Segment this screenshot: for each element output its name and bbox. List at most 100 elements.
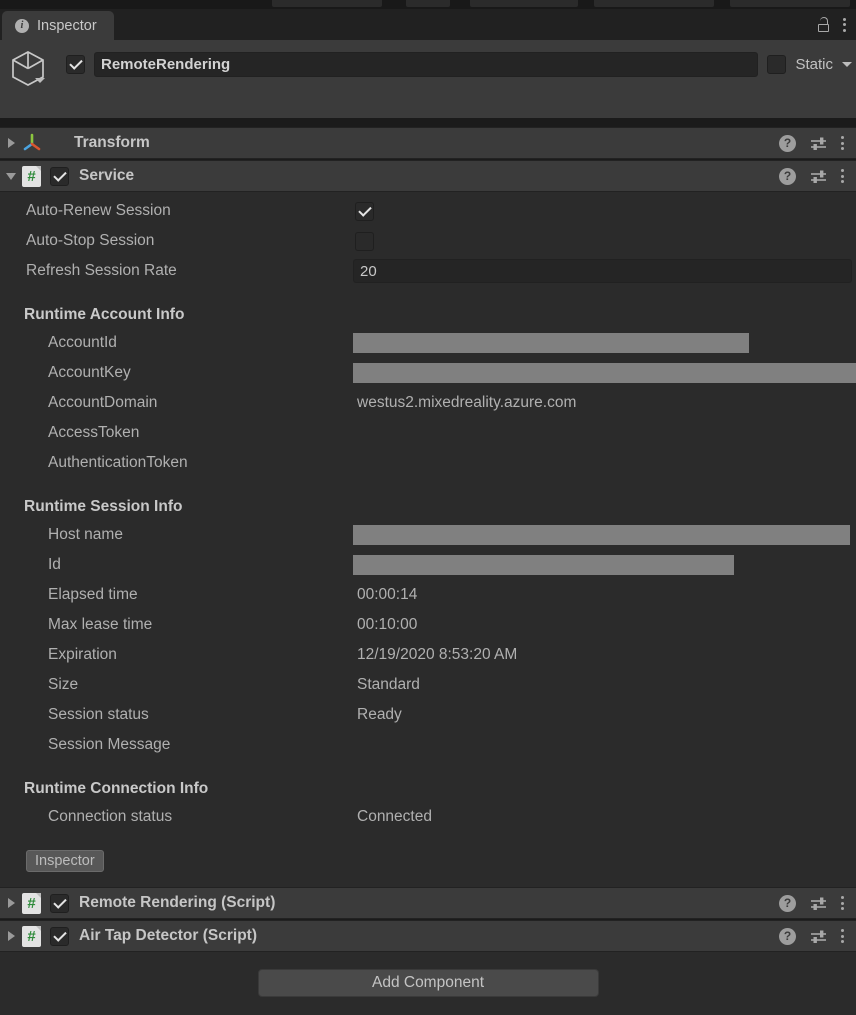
preset-settings-icon[interactable] (810, 136, 827, 151)
static-dropdown-caret-icon[interactable] (842, 61, 852, 67)
field-row-accountid: AccountId (0, 328, 856, 358)
transform-gizmo-icon (22, 133, 42, 153)
field-label: AccessToken (48, 424, 140, 441)
component-header-air-tap-detector[interactable]: # Air Tap Detector (Script) ? (0, 920, 856, 952)
component-title-service: Service (79, 167, 135, 184)
csharp-script-icon: # (22, 925, 41, 947)
gameobject-name-input[interactable]: RemoteRendering (94, 51, 759, 77)
static-checkbox[interactable] (767, 54, 787, 74)
component-title-air-tap-detector: Air Tap Detector (Script) (79, 927, 257, 944)
lock-icon[interactable] (817, 17, 830, 32)
redacted-value-id (353, 555, 734, 575)
field-row-host-name: Host name (0, 520, 856, 550)
refresh-session-rate-input[interactable]: 20 (353, 259, 852, 283)
help-icon[interactable]: ? (779, 134, 796, 152)
kebab-menu-icon[interactable] (841, 896, 844, 910)
component-title-transform: Transform (74, 134, 150, 151)
field-value: westus2.mixedreality.azure.com (357, 394, 577, 411)
info-icon: i (15, 18, 29, 33)
toolbar-stub-4 (594, 0, 714, 7)
field-row-accountdomain: AccountDomain westus2.mixedreality.azure… (0, 388, 856, 418)
inspector-button[interactable]: Inspector (26, 850, 104, 872)
window-top-strip (0, 0, 856, 9)
tab-inspector-label: Inspector (37, 17, 97, 34)
field-row-session-message: Session Message (0, 730, 856, 760)
gameobject-header: RemoteRendering Static Tag Untagged Laye… (0, 40, 856, 150)
section-title-runtime-account-info: Runtime Account Info (24, 306, 185, 323)
field-label: Host name (48, 526, 123, 543)
field-row-refresh-session-rate: Refresh Session Rate 20 (0, 256, 856, 286)
service-enabled-checkbox[interactable] (50, 166, 69, 186)
help-icon[interactable]: ? (779, 167, 796, 185)
field-label: AccountDomain (48, 394, 158, 411)
field-value: 00:00:14 (357, 586, 418, 603)
transform-foldout-arrow-icon[interactable] (0, 138, 22, 148)
field-row-session-status: Session status Ready (0, 700, 856, 730)
toolbar-stub-2 (406, 0, 450, 7)
kebab-menu-icon[interactable] (841, 929, 844, 943)
auto-renew-session-checkbox[interactable] (355, 201, 374, 221)
air-tap-detector-foldout-arrow-icon[interactable] (0, 931, 22, 941)
field-label: Auto-Stop Session (26, 232, 155, 249)
gameobject-name-row: RemoteRendering Static (66, 51, 852, 77)
redacted-value-accountkey (353, 363, 856, 383)
field-value: Ready (357, 706, 402, 723)
kebab-menu-icon[interactable] (841, 136, 844, 150)
field-label: Elapsed time (48, 586, 138, 603)
toolbar-stub-3 (470, 0, 578, 7)
csharp-script-icon: # (22, 165, 41, 187)
field-row-auto-renew-session: Auto-Renew Session (0, 196, 856, 226)
field-label: Id (48, 556, 61, 573)
field-row-elapsed-time: Elapsed time 00:00:14 (0, 580, 856, 610)
field-label: Session status (48, 706, 149, 723)
static-label: Static (795, 55, 833, 73)
tab-bar-actions (817, 9, 846, 40)
component-header-service[interactable]: # Service ? (0, 160, 856, 192)
transform-header-actions: ? (779, 134, 856, 152)
field-row-expiration: Expiration 12/19/2020 8:53:20 AM (0, 640, 856, 670)
remote-rendering-foldout-arrow-icon[interactable] (0, 898, 22, 908)
service-header-actions: ? (779, 167, 856, 185)
field-label: Auto-Renew Session (26, 202, 171, 219)
preset-settings-icon[interactable] (810, 169, 827, 184)
component-header-transform[interactable]: Transform ? (0, 127, 856, 159)
field-row-accesstoken: AccessToken (0, 418, 856, 448)
auto-stop-session-checkbox[interactable] (355, 231, 374, 251)
field-label: AccountKey (48, 364, 131, 381)
remote-rendering-enabled-checkbox[interactable] (50, 893, 69, 913)
section-title-runtime-session-info: Runtime Session Info (24, 498, 183, 515)
section-title-runtime-connection-info: Runtime Connection Info (24, 780, 209, 797)
air-tap-detector-enabled-checkbox[interactable] (50, 926, 69, 946)
field-row-authenticationtoken: AuthenticationToken (0, 448, 856, 478)
field-row-id: Id (0, 550, 856, 580)
component-header-remote-rendering[interactable]: # Remote Rendering (Script) ? (0, 887, 856, 919)
kebab-menu-icon[interactable] (843, 17, 846, 32)
field-label: Refresh Session Rate (26, 262, 177, 279)
field-row-auto-stop-session: Auto-Stop Session (0, 226, 856, 256)
field-label: Max lease time (48, 616, 153, 633)
component-title-remote-rendering: Remote Rendering (Script) (79, 894, 276, 911)
help-icon[interactable]: ? (779, 927, 796, 945)
gameobject-cube-icon[interactable] (8, 48, 48, 90)
redacted-value-host-name (353, 525, 850, 545)
preset-settings-icon[interactable] (810, 896, 827, 911)
field-label: Session Message (48, 736, 171, 753)
tab-inspector[interactable]: i Inspector (2, 11, 114, 40)
field-row-connection-status: Connection status Connected (0, 802, 856, 832)
gameobject-enabled-checkbox[interactable] (66, 54, 85, 74)
help-icon[interactable]: ? (779, 894, 796, 912)
add-component-area: Add Component (0, 969, 856, 997)
toolbar-stub-5 (730, 0, 850, 7)
gameobject-icon-dropdown[interactable] (35, 78, 45, 83)
toolbar-stub-1 (272, 0, 382, 7)
redacted-value-accountid (353, 333, 749, 353)
field-row-accountkey: AccountKey (0, 358, 856, 388)
field-row-size: Size Standard (0, 670, 856, 700)
air-tap-detector-header-actions: ? (779, 927, 856, 945)
field-label: Connection status (48, 808, 173, 825)
service-foldout-arrow-icon[interactable] (0, 172, 22, 180)
kebab-menu-icon[interactable] (841, 169, 844, 183)
add-component-button[interactable]: Add Component (257, 969, 599, 997)
csharp-script-icon: # (22, 892, 41, 914)
preset-settings-icon[interactable] (810, 929, 827, 944)
